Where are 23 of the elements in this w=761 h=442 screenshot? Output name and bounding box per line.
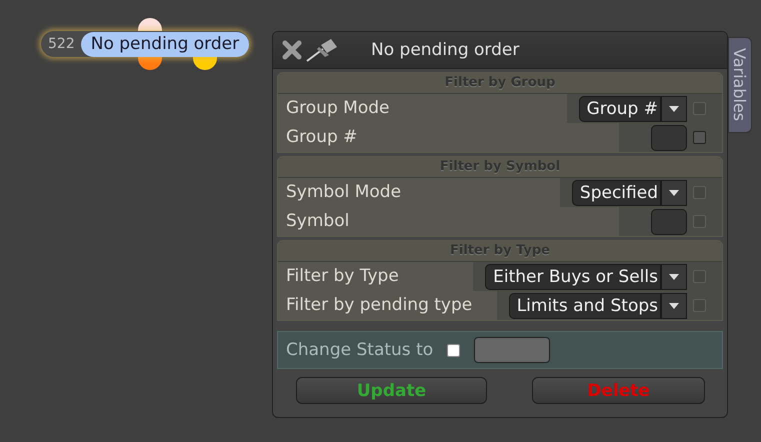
checkbox[interactable] — [693, 131, 706, 144]
node-card[interactable]: 522 No pending order — [41, 31, 250, 57]
input-field[interactable] — [651, 208, 687, 234]
side-tab[interactable]: Variables — [728, 37, 752, 133]
checkbox[interactable] — [447, 344, 460, 356]
caret-icon — [669, 302, 679, 308]
field-label: Filter by pending type — [278, 291, 497, 320]
input-field[interactable] — [651, 124, 687, 150]
status-label: Change Status to — [286, 340, 434, 360]
field-label: Group Mode — [278, 94, 567, 123]
field-label: Filter by Type — [278, 262, 474, 291]
window-title: No pending order — [371, 40, 520, 60]
field-label: Symbol — [278, 207, 619, 236]
node-label: No pending order — [80, 32, 250, 56]
field-label: Symbol Mode — [278, 178, 560, 207]
field-label: Group # — [278, 123, 619, 152]
caret-icon — [669, 106, 679, 112]
input-field[interactable] — [474, 337, 550, 363]
caret-icon — [669, 190, 679, 196]
node-count: 522 — [47, 36, 76, 52]
caret-icon — [669, 274, 679, 280]
pushpin-icon[interactable] — [305, 37, 339, 63]
close-icon[interactable] — [281, 39, 303, 61]
